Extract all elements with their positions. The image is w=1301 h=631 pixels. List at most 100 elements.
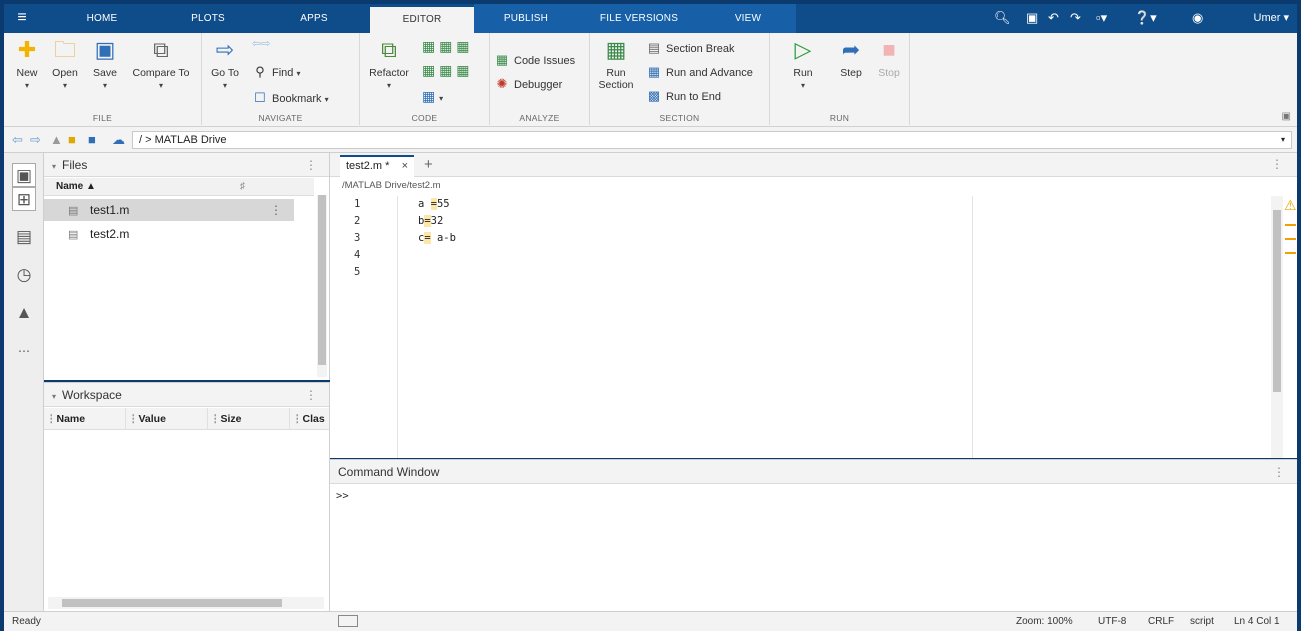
forward-icon[interactable]: ⇨	[30, 132, 41, 148]
collapse-ribbon-icon[interactable]: ▣	[1282, 111, 1291, 122]
user-menu[interactable]: Umer ▾	[1254, 11, 1289, 24]
chevron-down-icon[interactable]: ▾	[1281, 132, 1285, 148]
editor-menu-icon[interactable]: ⋮	[1271, 157, 1283, 171]
command-window[interactable]: Command Window ⋮ >>	[330, 459, 1297, 611]
search-icon[interactable]: 🔍︎	[994, 10, 1011, 26]
scroll-thumb[interactable]	[318, 195, 326, 365]
scroll-thumb[interactable]	[62, 599, 282, 607]
scroll-thumb[interactable]	[1273, 210, 1281, 392]
code-line[interactable]: a =55	[418, 196, 450, 213]
code-issues-button[interactable]: ▦ Code Issues	[494, 51, 575, 70]
section-break-button[interactable]: ▤ Section Break	[646, 39, 735, 58]
bookmark-button[interactable]: ☐ Bookmark ▾	[252, 89, 328, 109]
files-scrollbar[interactable]	[317, 195, 327, 377]
line-number: 5	[354, 266, 361, 278]
collapse-icon[interactable]: ▾	[52, 162, 56, 171]
find-button[interactable]: ⚲ Find ▾	[252, 63, 300, 83]
line-ending[interactable]: CRLF	[1148, 616, 1174, 627]
run-and-advance-button[interactable]: ▦ Run and Advance	[646, 63, 753, 82]
panel-menu-icon[interactable]: ⋮	[305, 153, 317, 177]
workspace-columns: ⋮Name ⋮Value ⋮Size ⋮Clas	[44, 408, 329, 430]
ws-col-value[interactable]: ⋮Value	[126, 408, 208, 430]
status-text: Ready	[12, 616, 41, 627]
add-ons-icon[interactable]: ▲	[12, 301, 36, 325]
back-icon[interactable]: ⇦	[12, 132, 23, 148]
current-folder-path[interactable]: / > MATLAB Drive ▾	[132, 131, 1292, 149]
collapse-icon[interactable]: ▾	[52, 392, 56, 401]
cursor-position: Ln 4 Col 1	[1234, 616, 1280, 627]
tab-plots[interactable]: PLOTS	[172, 4, 244, 33]
tab-view[interactable]: VIEW	[700, 4, 796, 33]
compare-to-button[interactable]: ⧉ Compare To ▾	[126, 37, 196, 91]
new-tab-icon[interactable]: +	[424, 156, 433, 173]
back-forward-icon[interactable]: ⇦⇨	[252, 35, 270, 53]
files-name-column-header[interactable]: Name ▲ ♯	[44, 178, 314, 196]
command-window-header[interactable]: Command Window ⋮	[330, 460, 1297, 484]
code-line[interactable]: c= a-b	[418, 230, 456, 247]
refactor-button[interactable]: ⧉ Refactor ▾	[366, 37, 412, 91]
floppy-icon: ▣	[94, 37, 116, 62]
tab-editor[interactable]: EDITOR	[370, 4, 474, 33]
tab-publish[interactable]: PUBLISH	[474, 4, 578, 33]
workspace-panel-icon[interactable]: ⊞	[12, 187, 36, 211]
workspace-panel-header[interactable]: ▾ Workspace ⋮	[44, 383, 329, 407]
ws-col-class[interactable]: ⋮Clas	[290, 408, 330, 430]
left-side-strip: ▣ ⊞ ▤ ◷ ▲ ⋯	[4, 153, 44, 611]
save-icon[interactable]: ▣	[1026, 10, 1038, 26]
tab-file-versions[interactable]: FILE VERSIONS	[578, 4, 700, 33]
run-button[interactable]: ▷ Run ▾	[784, 37, 822, 91]
hamburger-menu-icon[interactable]: ≡	[12, 10, 32, 26]
clipboard-icon[interactable]: ▫▾	[1096, 10, 1107, 26]
editor-scrollbar[interactable]	[1271, 196, 1283, 458]
undo-icon[interactable]: ↶	[1048, 10, 1059, 26]
browse-folder-icon[interactable]: ■	[88, 132, 96, 148]
folder-icon[interactable]: ■	[68, 132, 76, 148]
files-panel-header[interactable]: ▾ Files ⋮	[44, 153, 329, 177]
file-type[interactable]: script	[1190, 616, 1214, 627]
cloud-icon[interactable]: ☁	[112, 132, 125, 148]
run-section-button[interactable]: ▦ Run Section	[594, 37, 638, 91]
git-column-icon[interactable]: ♯	[240, 178, 245, 196]
ws-col-name[interactable]: ⋮Name	[44, 408, 126, 430]
panel-menu-icon[interactable]: ⋮	[305, 383, 317, 407]
warning-marker[interactable]	[1285, 238, 1296, 240]
run-to-end-button[interactable]: ▩ Run to End	[646, 87, 721, 106]
help-icon[interactable]: ❔▾	[1134, 10, 1157, 26]
tab-home[interactable]: HOME	[66, 4, 138, 33]
command-history-icon[interactable]: ▤	[12, 225, 36, 249]
go-to-button[interactable]: ⇨ Go To ▾	[206, 37, 244, 91]
redo-icon[interactable]: ↷	[1070, 10, 1081, 26]
debugger-button[interactable]: ✺ Debugger	[494, 75, 563, 94]
code-issues-icon: ▦	[495, 52, 509, 67]
tab-apps[interactable]: APPS	[278, 4, 350, 33]
up-folder-icon[interactable]: ▲	[50, 132, 63, 148]
community-icon[interactable]: ◉	[1192, 10, 1203, 26]
close-icon[interactable]: ×	[402, 157, 408, 176]
file-row[interactable]: ▤ test1.m ⋮	[44, 199, 294, 221]
stop-button[interactable]: ■ Stop	[870, 37, 908, 79]
new-button[interactable]: ✚ New ▾	[8, 37, 46, 91]
warning-marker[interactable]	[1285, 252, 1296, 254]
panel-menu-icon[interactable]: ⋮	[1273, 460, 1285, 484]
status-bar: Ready Zoom: 100% UTF-8 CRLF script Ln 4 …	[4, 611, 1297, 631]
files-panel-icon[interactable]: ▣	[12, 163, 36, 187]
open-button[interactable]: 🗀︎ Open ▾	[46, 37, 84, 91]
more-icon[interactable]: ⋯	[12, 339, 36, 363]
row-menu-icon[interactable]: ⋮	[270, 199, 282, 221]
ws-col-size[interactable]: ⋮Size	[208, 408, 290, 430]
recent-files-icon[interactable]: ◷	[12, 263, 36, 287]
step-button[interactable]: ➦ Step	[832, 37, 870, 79]
tab-test2[interactable]: test2.m * ×	[340, 155, 414, 177]
comment-icons[interactable]: ▦ ▦ ▦	[422, 37, 469, 55]
format-icon[interactable]: ▦ ▾	[422, 87, 443, 108]
window-layout-icon[interactable]	[338, 615, 358, 627]
file-row[interactable]: ▤ test2.m	[44, 223, 294, 245]
encoding[interactable]: UTF-8	[1098, 616, 1126, 627]
warning-icon[interactable]: ⚠	[1284, 198, 1297, 212]
workspace-hscrollbar[interactable]	[48, 597, 324, 609]
indent-icons[interactable]: ▦ ▦ ▦	[422, 61, 469, 79]
save-button[interactable]: ▣ Save ▾	[86, 37, 124, 91]
warning-marker[interactable]	[1285, 224, 1296, 226]
analyze-group: ▦ Code Issues ✺ Debugger ANALYZE	[490, 33, 590, 125]
code-line[interactable]: b=32	[418, 213, 443, 230]
